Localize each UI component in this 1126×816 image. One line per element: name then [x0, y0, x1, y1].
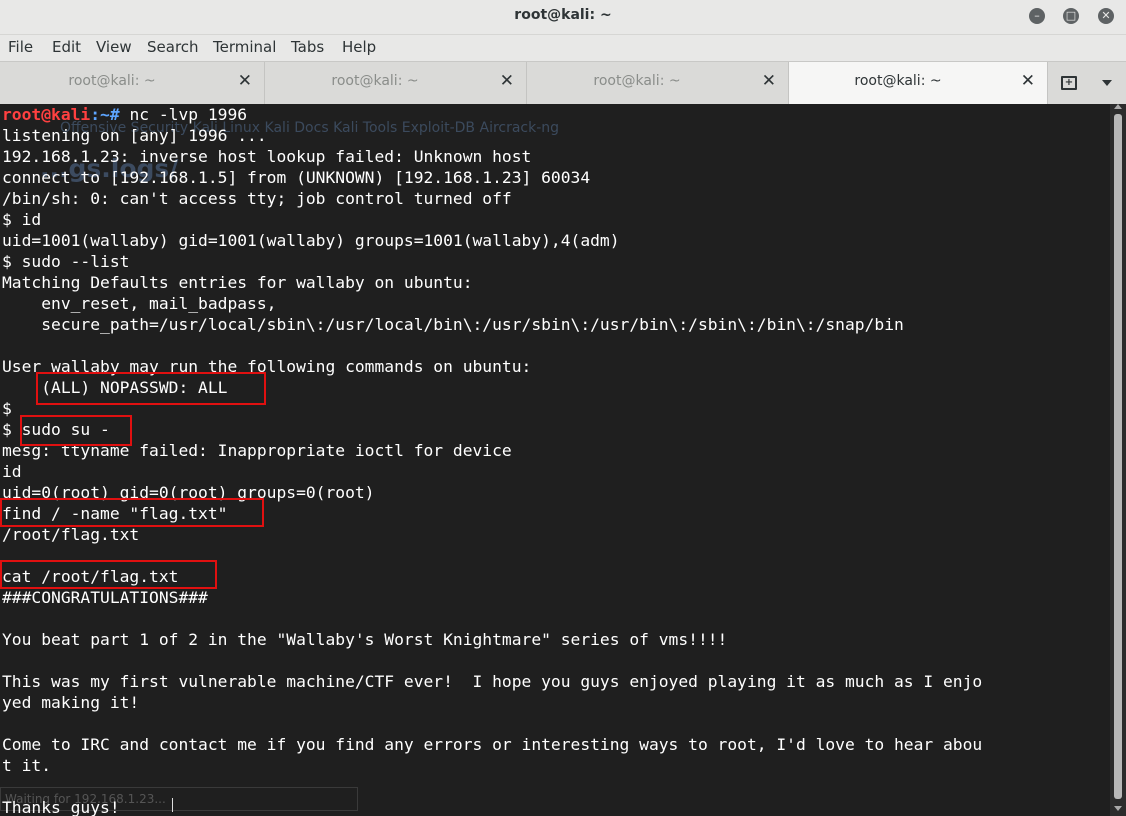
tab-label: root@kali: ~ [593, 73, 681, 89]
tab-label: root@kali: ~ [331, 73, 419, 89]
tab-close-icon[interactable]: ✕ [238, 71, 252, 91]
tab-label: root@kali: ~ [68, 73, 156, 89]
terminal-output[interactable]: Offensive Security Kali Linux Kali Docs … [0, 104, 1110, 816]
minimize-icon[interactable]: – [1029, 8, 1045, 24]
prompt-user-host: root@kali [2, 105, 91, 124]
highlight-box-find-flag [0, 498, 264, 527]
prompt-line: root@kali:~# nc -lvp 1996 [2, 104, 247, 125]
tab-close-icon[interactable]: ✕ [762, 71, 776, 91]
terminal-line: Come to IRC and contact me if you find a… [2, 735, 983, 754]
highlight-box-sudo-su [20, 415, 132, 446]
terminal-line: listening on [any] 1996 ... [2, 126, 267, 145]
highlight-box-nopasswd [36, 372, 266, 405]
tab-label: root@kali: ~ [854, 73, 942, 89]
highlight-box-cat-flag [0, 560, 217, 589]
scrollbar[interactable] [1110, 104, 1126, 816]
tab-bar: root@kali: ~ ✕ root@kali: ~ ✕ root@kali:… [0, 61, 1126, 105]
mouse-cursor-icon [172, 798, 173, 812]
terminal-line: Thanks guys! [2, 798, 120, 816]
scroll-down-icon[interactable] [1114, 806, 1122, 811]
tab-3[interactable]: root@kali: ~ ✕ [526, 62, 789, 104]
terminal-line: /root/flag.txt [2, 525, 140, 544]
close-window-icon[interactable]: ✕ [1098, 8, 1114, 24]
prompt-command: nc -lvp 1996 [129, 105, 248, 124]
tab-close-icon[interactable]: ✕ [1021, 71, 1035, 91]
scroll-up-icon[interactable] [1114, 104, 1122, 109]
new-tab-button[interactable]: + [1048, 62, 1088, 104]
terminal-line: secure_path=/usr/local/sbin\:/usr/local/… [2, 315, 904, 334]
terminal-line: id [2, 462, 22, 481]
terminal-line: ###CONGRATULATIONS### [2, 588, 208, 607]
tab-1[interactable]: root@kali: ~ ✕ [0, 62, 265, 104]
terminal-line: connect to [192.168.1.5] from (UNKNOWN) … [2, 168, 591, 187]
menu-search[interactable]: Search [147, 38, 199, 56]
menu-view[interactable]: View [96, 38, 132, 56]
menu-help[interactable]: Help [342, 38, 376, 56]
terminal-line: 192.168.1.23: inverse host lookup failed… [2, 147, 532, 166]
scrollbar-thumb[interactable] [1114, 114, 1122, 799]
terminal-line: $ sudo --list [2, 252, 130, 271]
terminal-line: t it. [2, 756, 52, 775]
prompt-path: :~# [90, 105, 130, 124]
chevron-down-icon [1102, 80, 1112, 86]
tab-4-active[interactable]: root@kali: ~ ✕ [788, 62, 1048, 104]
menu-bar: File Edit View Search Terminal Tabs Help [0, 35, 1126, 61]
menu-file[interactable]: File [8, 38, 33, 56]
window-title: root@kali: ~ [514, 7, 612, 23]
menu-tabs[interactable]: Tabs [291, 38, 324, 56]
title-bar: root@kali: ~ – □ ✕ [0, 0, 1126, 35]
terminal-line: $ id [2, 210, 42, 229]
terminal-line: You beat part 1 of 2 in the "Wallaby's W… [2, 630, 728, 649]
tab-menu-button[interactable] [1088, 62, 1126, 104]
terminal-line: $ [2, 399, 12, 418]
terminal-line: /bin/sh: 0: can't access tty; job contro… [2, 189, 512, 208]
maximize-icon[interactable]: □ [1063, 8, 1079, 24]
tab-close-icon[interactable]: ✕ [500, 71, 514, 91]
terminal-line: env_reset, mail_badpass, [2, 294, 277, 313]
menu-terminal[interactable]: Terminal [213, 38, 276, 56]
terminal-line: uid=1001(wallaby) gid=1001(wallaby) grou… [2, 231, 620, 250]
terminal-line: Matching Defaults entries for wallaby on… [2, 273, 473, 292]
tab-2[interactable]: root@kali: ~ ✕ [264, 62, 527, 104]
menu-edit[interactable]: Edit [52, 38, 81, 56]
terminal-line: yed making it! [2, 693, 140, 712]
terminal-line: This was my first vulnerable machine/CTF… [2, 672, 983, 691]
new-tab-icon: + [1061, 76, 1077, 90]
